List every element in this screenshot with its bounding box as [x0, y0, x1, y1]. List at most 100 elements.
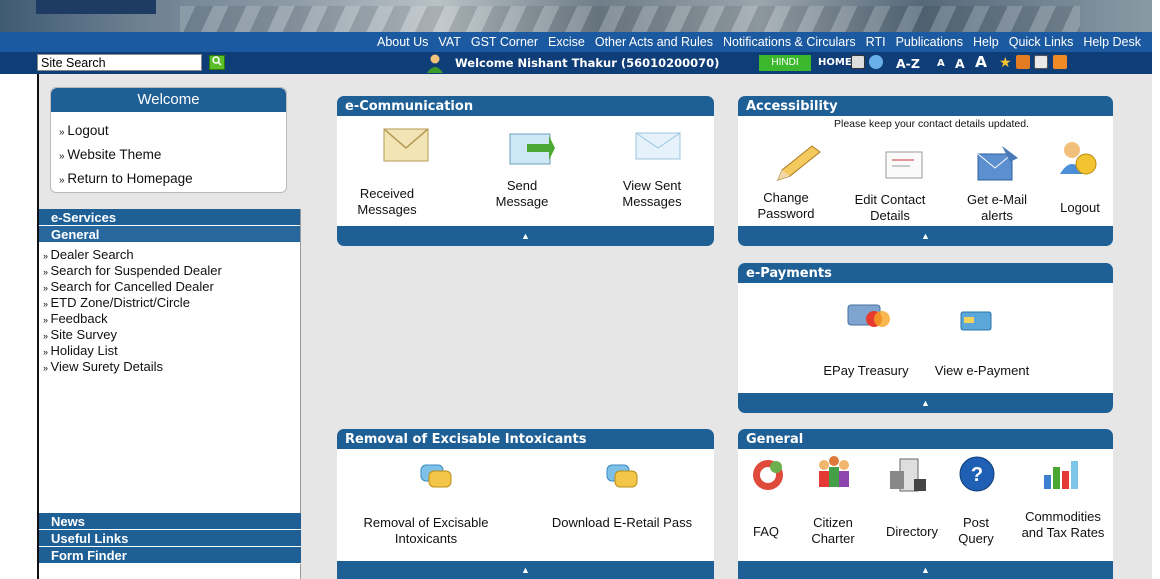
ecommunication-title: e-Communication — [337, 96, 714, 116]
form-finder-header[interactable]: Form Finder — [39, 547, 301, 564]
return-homepage-link[interactable]: Return to Homepage — [59, 171, 192, 186]
speech-bubbles-icon — [606, 464, 638, 488]
accessibility-logout-link[interactable]: Logout — [1050, 200, 1110, 216]
nav-other-acts[interactable]: Other Acts and Rules — [590, 35, 718, 49]
logout-link[interactable]: Logout — [59, 123, 108, 138]
general-title: General — [738, 429, 1113, 449]
view-payment-icon — [960, 311, 992, 331]
nav-excise[interactable]: Excise — [543, 35, 590, 49]
view-sent-messages-link[interactable]: View Sent Messages — [602, 178, 702, 210]
sidebar-item-surety-details[interactable]: View Surety Details — [39, 359, 300, 375]
citizen-charter-icon — [819, 456, 849, 487]
az-index-link[interactable]: A-Z — [896, 56, 920, 71]
bar-chart-icon — [1044, 461, 1078, 489]
collapse-arrow[interactable]: ▲ — [337, 226, 714, 246]
user-icon — [427, 54, 443, 73]
sidebar-item-holiday-list[interactable]: Holiday List — [39, 343, 300, 359]
directory-link[interactable]: Directory — [872, 524, 952, 540]
sidebar-item-dealer-search[interactable]: Dealer Search — [39, 247, 300, 263]
nav-help[interactable]: Help — [968, 35, 1004, 49]
bookmark-icon[interactable] — [1016, 55, 1030, 69]
download-eretail-pass-link[interactable]: Download E-Retail Pass — [547, 515, 697, 531]
nav-gst-corner[interactable]: GST Corner — [466, 35, 543, 49]
right-border — [1152, 0, 1160, 579]
question-icon: ? — [959, 456, 995, 492]
sidebar-item-site-survey[interactable]: Site Survey — [39, 327, 300, 343]
removal-panel: Removal of Excisable Intoxicants Removal… — [337, 429, 714, 579]
general-panel: General ? FAQ Citizen Charter Directory … — [738, 429, 1113, 579]
search-icon — [212, 56, 222, 66]
email-alert-icon — [977, 146, 1018, 181]
change-password-link[interactable]: Change Password — [746, 190, 826, 222]
nav-vat[interactable]: VAT — [433, 35, 465, 49]
sidebar-item-suspended-dealer[interactable]: Search for Suspended Dealer — [39, 263, 300, 279]
epayments-panel: e-Payments EPay Treasury View e-Payment … — [738, 263, 1113, 413]
search-button[interactable] — [209, 55, 225, 70]
received-messages-link[interactable]: Received Messages — [347, 186, 427, 218]
accessibility-panel: Accessibility Please keep your contact d… — [738, 96, 1113, 246]
nav-rti[interactable]: RTI — [861, 35, 891, 49]
faq-icon — [753, 460, 783, 490]
nav-notifications[interactable]: Notifications & Circulars — [718, 35, 861, 49]
speech-bubbles-icon — [420, 464, 452, 488]
site-search-input[interactable] — [37, 54, 202, 71]
svg-text:?: ? — [971, 464, 983, 486]
epayments-title: e-Payments — [738, 263, 1113, 283]
post-query-link[interactable]: Post Query — [952, 515, 1000, 547]
user-toolbar: Welcome Nishant Thakur (56010200070) HIN… — [0, 52, 1152, 74]
epay-treasury-link[interactable]: EPay Treasury — [816, 363, 916, 379]
top-navigation: About Us VAT GST Corner Excise Other Act… — [0, 32, 1152, 52]
collapse-arrow[interactable]: ▲ — [738, 393, 1113, 413]
welcome-user-text: Welcome Nishant Thakur (56010200070) — [455, 56, 720, 70]
rss-icon[interactable] — [1053, 55, 1067, 69]
edit-contact-details-link[interactable]: Edit Contact Details — [842, 192, 938, 224]
website-theme-link[interactable]: Website Theme — [59, 147, 161, 162]
hindi-button[interactable]: HINDI — [759, 55, 811, 71]
mountain-image — [180, 6, 1080, 32]
font-small-button[interactable]: A — [937, 58, 945, 69]
collapse-arrow[interactable]: ▲ — [738, 226, 1113, 246]
accessibility-title: Accessibility — [738, 96, 1113, 116]
collapse-arrow[interactable]: ▲ — [337, 561, 714, 579]
welcome-title: Welcome — [51, 88, 286, 112]
directory-icon — [890, 458, 926, 492]
sidebar-item-feedback[interactable]: Feedback — [39, 311, 300, 327]
citizen-charter-link[interactable]: Citizen Charter — [808, 515, 858, 547]
ecommunication-panel: e-Communication Received Messages Send M… — [337, 96, 714, 246]
sent-messages-icon — [635, 132, 681, 160]
nav-quick-links[interactable]: Quick Links — [1004, 35, 1079, 49]
get-email-alerts-link[interactable]: Get e-Mail alerts — [962, 192, 1032, 224]
edit-contact-icon — [885, 151, 923, 179]
commodities-tax-rates-link[interactable]: Commodities and Tax Rates — [1016, 509, 1110, 541]
header-banner — [0, 0, 1152, 32]
removal-intoxicants-link[interactable]: Removal of Excisable Intoxicants — [351, 515, 501, 547]
logout-users-icon — [1060, 142, 1097, 175]
view-epayment-link[interactable]: View e-Payment — [922, 363, 1042, 379]
left-sidebar: e-Services General Dealer Search Search … — [39, 209, 301, 579]
send-message-link[interactable]: Send Message — [487, 178, 557, 210]
faq-link[interactable]: FAQ — [748, 524, 784, 540]
useful-links-header[interactable]: Useful Links — [39, 530, 301, 547]
contact-details-note: Please keep your contact details updated… — [834, 118, 1029, 130]
sidebar-item-etd-zone[interactable]: ETD Zone/District/Circle — [39, 295, 300, 311]
site-logo — [36, 0, 156, 14]
nav-help-desk[interactable]: Help Desk — [1078, 35, 1146, 49]
news-header[interactable]: News — [39, 513, 301, 530]
eservices-header[interactable]: e-Services — [39, 209, 300, 226]
sitemap-icon[interactable] — [851, 55, 865, 69]
envelope-icon — [383, 128, 429, 162]
star-icon[interactable]: ★ — [999, 55, 1013, 69]
font-large-button[interactable]: A — [975, 53, 987, 71]
nav-about-us[interactable]: About Us — [372, 35, 433, 49]
font-medium-button[interactable]: A — [955, 56, 965, 71]
globe-icon[interactable] — [869, 55, 883, 69]
welcome-box: Welcome Logout Website Theme Return to H… — [50, 87, 287, 193]
home-link[interactable]: HOME — [818, 57, 852, 68]
card-payment-icon — [847, 304, 890, 327]
nav-publications[interactable]: Publications — [891, 35, 968, 49]
collapse-arrow[interactable]: ▲ — [738, 561, 1113, 579]
general-header[interactable]: General — [39, 226, 300, 243]
send-message-icon — [509, 133, 555, 165]
print-icon[interactable] — [1034, 55, 1048, 69]
sidebar-item-cancelled-dealer[interactable]: Search for Cancelled Dealer — [39, 279, 300, 295]
